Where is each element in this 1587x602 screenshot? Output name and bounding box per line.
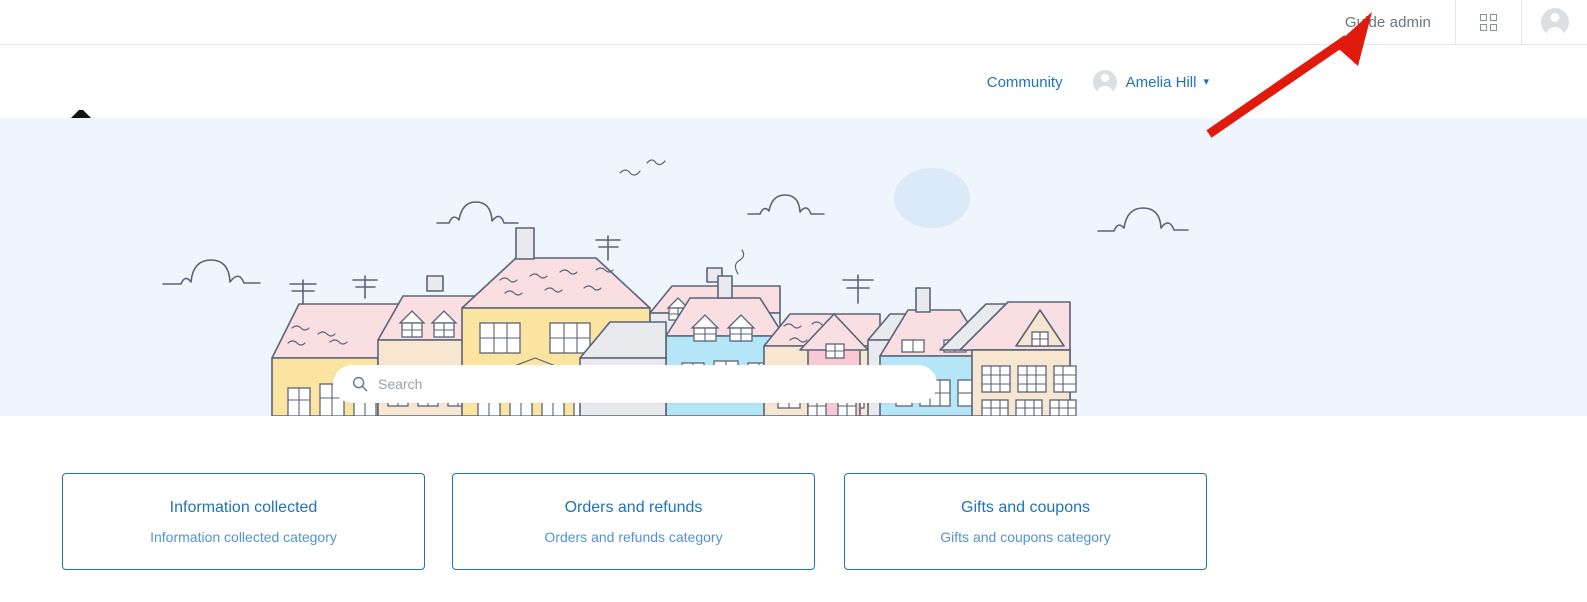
user-avatar-icon [1092, 70, 1117, 94]
admin-topbar: Guide admin [0, 0, 1587, 45]
category-card[interactable]: Information collected Information collec… [62, 473, 425, 570]
guide-admin-link[interactable]: Guide admin [1345, 14, 1455, 31]
category-card-subtitle: Orders and refunds category [544, 528, 723, 545]
help-center-page: Guide admin Community Amelia Hill ▾ Sear… [0, 0, 1587, 602]
category-card-subtitle: Information collected category [150, 528, 337, 545]
hero-banner: .ln { fill:none; stroke:#5a6378; stroke-… [0, 118, 1587, 416]
search-box[interactable] [333, 365, 937, 403]
user-avatar-icon [1540, 8, 1569, 36]
user-menu-button[interactable]: Amelia Hill ▾ [1092, 70, 1209, 94]
category-card-list: Information collected Information collec… [0, 473, 1587, 571]
category-card-title: Gifts and coupons [961, 498, 1090, 516]
search-input[interactable] [378, 366, 898, 402]
category-card-subtitle: Gifts and coupons category [940, 528, 1111, 545]
user-menu-label: Amelia Hill [1125, 73, 1197, 91]
category-card-title: Orders and refunds [564, 498, 703, 516]
nav-item-community[interactable]: Community [987, 74, 1063, 91]
grid-apps-icon [1480, 13, 1497, 31]
category-card-title: Information collected [169, 498, 318, 516]
category-card[interactable]: Orders and refunds Orders and refunds ca… [452, 473, 815, 570]
admin-avatar-button[interactable] [1522, 0, 1587, 45]
site-header: Community Amelia Hill ▾ [0, 46, 1587, 149]
header-nav: Community Amelia Hill ▾ [987, 46, 1587, 118]
products-grid-button[interactable] [1456, 0, 1521, 45]
chevron-down-icon: ▾ [1203, 75, 1209, 88]
hero-search [333, 365, 937, 403]
search-icon [352, 376, 368, 392]
category-card[interactable]: Gifts and coupons Gifts and coupons cate… [844, 473, 1207, 570]
